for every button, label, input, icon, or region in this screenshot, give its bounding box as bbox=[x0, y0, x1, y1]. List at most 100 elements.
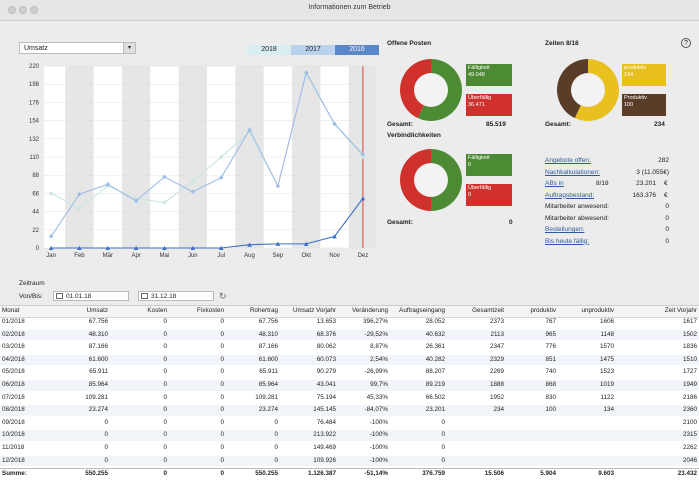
metric-select[interactable]: Umsatz ▾ bbox=[19, 42, 136, 54]
table-cell: 2347 bbox=[489, 343, 504, 351]
table-cell: 0 bbox=[441, 444, 445, 451]
table-cell: 61.600 bbox=[258, 355, 278, 363]
table-row[interactable]: 08/2018 23.274 0 0 23.274 145.145 -84,07% 23.20… bbox=[0, 405, 699, 416]
x-tick-label: Nov bbox=[329, 253, 340, 259]
calendar-icon bbox=[141, 293, 148, 299]
year-toggle-2018[interactable]: 2018 bbox=[247, 45, 291, 55]
table-row[interactable]: 10/2018 0 0 0 0 213.922 -100% 0 2315 bbox=[0, 430, 699, 441]
x-tick-label: Jun bbox=[188, 253, 198, 259]
table-cell: 01/2018 bbox=[2, 318, 25, 325]
kennzahl-label[interactable]: ABs in bbox=[545, 180, 564, 187]
table-row[interactable]: 04/2018 61.600 0 0 61.600 60.073 2,54% 40.282 23… bbox=[0, 354, 699, 366]
table-row[interactable]: 09/2018 0 0 0 0 76.484 -100% 0 2100 bbox=[0, 418, 699, 429]
table-cell: 89.219 bbox=[425, 381, 445, 388]
table-row[interactable]: 01/2018 67.756 0 0 67.756 13.653 396,27% 28.052… bbox=[0, 317, 699, 328]
x-tick-label: Dez bbox=[358, 253, 369, 259]
table-row[interactable]: 12/2018 0 0 0 0 109.926 -100% 0 2046 bbox=[0, 455, 699, 467]
kennzahl-label[interactable]: Bestellungen: bbox=[545, 226, 584, 233]
table-cell: 04/2018 bbox=[2, 355, 25, 363]
table-cell: 0 bbox=[163, 418, 167, 426]
table-cell: -84,07% bbox=[364, 406, 388, 414]
x-tick-label: Mai bbox=[160, 253, 170, 259]
vb-ueberfaellig-value: 0 bbox=[468, 192, 472, 198]
table-cell: 65.911 bbox=[89, 368, 108, 376]
table-cell: Rohertrag bbox=[249, 307, 278, 314]
table-sum-row[interactable]: Summe: 550.255 0 0 550.255 1.126.387 -51,14% 37… bbox=[0, 468, 699, 480]
y-tick-label: 198 bbox=[29, 82, 40, 88]
table-cell: 90.279 bbox=[316, 368, 336, 376]
kennzahl-value: 23.201 bbox=[636, 180, 656, 187]
table-cell: 1510 bbox=[682, 355, 697, 363]
table-cell: 851 bbox=[545, 355, 556, 363]
kennzahl-label[interactable]: Angebote offen: bbox=[545, 157, 591, 164]
table-cell: 23.274 bbox=[258, 406, 278, 414]
zt-unproduktiv-label: Produktiv bbox=[624, 95, 647, 101]
table-cell: 1523 bbox=[599, 368, 614, 376]
table-cell: 1888 bbox=[489, 381, 504, 388]
table-row[interactable]: 02/2018 48.310 0 0 48.310 68.376 -29,52% 40.632… bbox=[0, 329, 699, 341]
help-icon[interactable]: ? bbox=[681, 38, 691, 48]
op-faelligkeit-segment[interactable]: Fälligkeit 49.048 bbox=[466, 64, 512, 86]
table-cell: -29,52% bbox=[364, 330, 388, 338]
kennzahl-label: Mitarbeiter anwesend: bbox=[545, 203, 609, 210]
refresh-icon[interactable]: ↻ bbox=[219, 291, 227, 302]
table-cell: 0 bbox=[274, 431, 278, 439]
table-cell: 0 bbox=[441, 431, 445, 439]
vb-ueberfaellig-segment[interactable]: Überfällig 0 bbox=[466, 184, 512, 206]
table-cell: 0 bbox=[220, 368, 224, 376]
zt-unproduktiv-segment[interactable]: Produktiv 100 bbox=[622, 94, 666, 116]
table-cell: 10/2018 bbox=[2, 431, 25, 439]
x-tick-label: Feb bbox=[74, 253, 85, 259]
table-cell: 0 bbox=[220, 431, 224, 439]
table-cell: 740 bbox=[545, 368, 556, 376]
table-cell: 0 bbox=[220, 381, 224, 388]
table-header[interactable]: Monat Umsatz Kosten Fixkosten Rohertrag Umsat… bbox=[0, 306, 699, 318]
table-cell: 0 bbox=[163, 330, 167, 338]
to-date-field[interactable]: 31.12.18 bbox=[138, 291, 214, 301]
table-cell: 87.166 bbox=[258, 343, 278, 351]
table-cell: 2046 bbox=[682, 456, 697, 464]
table-cell: -100% bbox=[369, 418, 388, 426]
year-toggle-2016[interactable]: 2016 bbox=[335, 45, 379, 55]
table-cell: 66.502 bbox=[425, 393, 445, 401]
table-row[interactable]: 06/2018 85.964 0 0 85.964 43.041 99,7% 89.219 18… bbox=[0, 380, 699, 391]
table-cell: -100% bbox=[369, 431, 388, 439]
table-cell: 08/2018 bbox=[2, 406, 25, 414]
table-cell: 767 bbox=[545, 318, 556, 325]
from-date-field[interactable]: 01.01.18 bbox=[53, 291, 129, 301]
table-cell: 0 bbox=[163, 444, 167, 451]
kennzahl-label[interactable]: Nachkalkulationen: bbox=[545, 169, 600, 176]
zt-produktiv-label: produktiv bbox=[624, 65, 647, 71]
table-cell: 85.964 bbox=[88, 381, 108, 388]
vb-faelligkeit-segment[interactable]: Fälligkeit 0 bbox=[466, 154, 512, 176]
x-tick-label: Jan bbox=[46, 253, 56, 259]
table-cell: 0 bbox=[163, 368, 167, 376]
table-cell: 1122 bbox=[600, 393, 614, 401]
kennzahl-label[interactable]: Bis heute fällig: bbox=[545, 238, 589, 245]
table-cell: 2329 bbox=[489, 355, 504, 363]
offene-posten-donut bbox=[400, 59, 462, 121]
kennzahl-period: 8/18 bbox=[596, 180, 609, 187]
zt-produktiv-segment[interactable]: produktiv 134 bbox=[622, 64, 666, 86]
op-ueberfaellig-segment[interactable]: Überfällig 36.471 bbox=[466, 94, 512, 116]
table-row[interactable]: 05/2018 65.911 0 0 65.911 90.279 -26,99% 88.207… bbox=[0, 367, 699, 378]
table-cell: 965 bbox=[545, 330, 556, 338]
table-cell: 776 bbox=[545, 343, 556, 351]
table-cell: Fixkosten bbox=[197, 307, 224, 314]
vb-total-label: Gesamt: bbox=[387, 219, 414, 226]
table-cell: Kosten bbox=[147, 307, 167, 314]
table-cell: 2186 bbox=[682, 393, 697, 401]
kennzahl-label[interactable]: Auftragsbestand: bbox=[545, 192, 594, 199]
table-row[interactable]: 03/2018 87.166 0 0 87.166 80.062 8,87% 26.361 23… bbox=[0, 342, 699, 353]
table-row[interactable]: 11/2018 0 0 0 0 149.469 -100% 0 2262 bbox=[0, 443, 699, 454]
table-cell: 65.911 bbox=[259, 368, 278, 376]
table-cell: 61.600 bbox=[88, 355, 108, 363]
table-cell: 145.145 bbox=[313, 406, 336, 414]
revenue-line-chart: 0 22 44 66 88 110 132 154 176 198 220 Jan Feb Mär Apr M… bbox=[29, 64, 376, 259]
op-ueberfaellig-label: Überfällig bbox=[468, 95, 492, 101]
year-toggle-2017[interactable]: 2017 bbox=[291, 45, 335, 55]
op-faelligkeit-value: 49.048 bbox=[468, 72, 485, 78]
table-cell: 1949 bbox=[682, 381, 697, 388]
table-cell: 1570 bbox=[599, 343, 614, 351]
table-row[interactable]: 07/2018 109.281 0 0 109.281 75.194 45,33% 66.50… bbox=[0, 393, 699, 404]
